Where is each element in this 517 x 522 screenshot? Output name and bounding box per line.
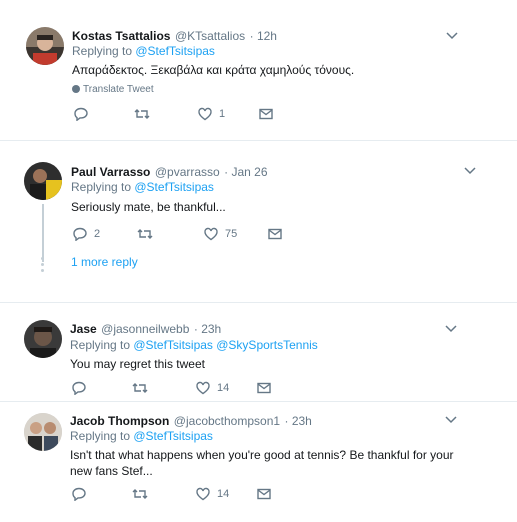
mention-link[interactable]: @StefTsitsipas bbox=[133, 429, 213, 443]
tweet[interactable]: Paul Varrasso @pvarrasso · Jan 26 Replyi… bbox=[0, 141, 517, 281]
retweet-button[interactable] bbox=[132, 380, 148, 396]
replying-to: Replying to @StefTsitsipas bbox=[71, 180, 214, 194]
like-count: 14 bbox=[217, 488, 230, 500]
display-name[interactable]: Jacob Thompson bbox=[70, 414, 169, 428]
globe-icon bbox=[72, 85, 80, 93]
dm-icon bbox=[257, 382, 271, 394]
retweet-icon bbox=[137, 229, 153, 239]
tweet[interactable]: Jase @jasonneilwebb · 23h Replying to @S… bbox=[0, 303, 517, 398]
reply-button[interactable] bbox=[71, 380, 87, 396]
like-icon bbox=[196, 381, 210, 395]
like-button[interactable]: 75 bbox=[203, 226, 237, 242]
tweet[interactable]: Kostas Tsattalios @KTsattalios · 12h Rep… bbox=[0, 0, 517, 135]
dm-icon bbox=[268, 228, 282, 240]
reply-icon bbox=[72, 381, 86, 395]
avatar-image bbox=[24, 320, 62, 358]
reply-icon bbox=[72, 487, 86, 501]
mention-link[interactable]: @StefTsitsipas bbox=[135, 44, 215, 58]
retweet-button[interactable] bbox=[132, 486, 148, 502]
display-name[interactable]: Paul Varrasso bbox=[71, 165, 150, 179]
like-icon bbox=[204, 227, 218, 241]
tweet-text: Isn't that what happens when you're good… bbox=[70, 448, 454, 478]
avatar-image bbox=[24, 162, 62, 200]
user-handle[interactable]: @pvarrasso bbox=[155, 165, 220, 179]
reply-count: 2 bbox=[94, 228, 101, 240]
retweet-icon bbox=[132, 383, 148, 393]
avatar-image bbox=[26, 27, 64, 65]
replying-prefix: Replying to bbox=[70, 338, 134, 352]
dm-icon bbox=[259, 108, 273, 120]
like-icon bbox=[196, 487, 210, 501]
display-name[interactable]: Jase bbox=[70, 322, 97, 336]
tweet-text: Seriously mate, be thankful... bbox=[71, 200, 226, 214]
replying-prefix: Replying to bbox=[70, 429, 134, 443]
timestamp[interactable]: · 23h bbox=[285, 414, 312, 428]
timestamp[interactable]: · 12h bbox=[250, 29, 277, 43]
user-handle[interactable]: @jacobcthompson1 bbox=[174, 414, 280, 428]
like-button[interactable]: 14 bbox=[195, 486, 229, 502]
mention-link[interactable]: @StefTsitsipas @SkySportsTennis bbox=[133, 338, 317, 352]
timestamp[interactable]: · 23h bbox=[194, 322, 221, 336]
avatar[interactable] bbox=[26, 27, 64, 65]
reply-button[interactable] bbox=[71, 486, 87, 502]
dm-button[interactable] bbox=[256, 486, 272, 502]
replying-to: Replying to @StefTsitsipas bbox=[72, 44, 215, 58]
like-count: 75 bbox=[225, 228, 238, 240]
replying-to: Replying to @StefTsitsipas bbox=[70, 429, 213, 443]
tweet-text: Απαράδεκτος. Ξεκαβάλα και κράτα χαμηλούς… bbox=[72, 63, 355, 77]
retweet-icon bbox=[134, 109, 150, 119]
like-count: 14 bbox=[217, 382, 230, 394]
user-handle[interactable]: @jasonneilwebb bbox=[101, 322, 189, 336]
mention-link[interactable]: @StefTsitsipas bbox=[134, 180, 214, 194]
reply-icon bbox=[73, 227, 87, 241]
timestamp[interactable]: · Jan 26 bbox=[224, 165, 267, 179]
replying-to: Replying to @StefTsitsipas @SkySportsTen… bbox=[70, 338, 318, 352]
dm-icon bbox=[257, 488, 271, 500]
replying-prefix: Replying to bbox=[72, 44, 136, 58]
avatar[interactable] bbox=[24, 162, 62, 200]
like-icon bbox=[198, 107, 212, 121]
translate-link[interactable]: Translate Tweet bbox=[72, 84, 154, 95]
dm-button[interactable] bbox=[258, 106, 274, 122]
translate-label: Translate Tweet bbox=[83, 84, 154, 95]
dm-button[interactable] bbox=[256, 380, 272, 396]
like-count: 1 bbox=[219, 108, 226, 120]
chevron-down-icon[interactable] bbox=[444, 414, 458, 424]
like-button[interactable]: 1 bbox=[197, 106, 225, 122]
avatar[interactable] bbox=[24, 413, 62, 451]
display-name[interactable]: Kostas Tsattalios bbox=[72, 29, 170, 43]
like-button[interactable]: 14 bbox=[195, 380, 229, 396]
chevron-down-icon[interactable] bbox=[444, 323, 458, 333]
chevron-down-icon[interactable] bbox=[445, 30, 459, 40]
thread-line bbox=[42, 204, 44, 262]
retweet-button[interactable] bbox=[137, 226, 153, 242]
user-handle[interactable]: @KTsattalios bbox=[175, 29, 245, 43]
avatar[interactable] bbox=[24, 320, 62, 358]
retweet-icon bbox=[132, 489, 148, 499]
reply-button[interactable] bbox=[73, 106, 89, 122]
dm-button[interactable] bbox=[267, 226, 283, 242]
reply-icon bbox=[74, 107, 88, 121]
tweet-text: You may regret this tweet bbox=[70, 357, 205, 371]
thread-dots bbox=[41, 257, 45, 275]
replying-prefix: Replying to bbox=[71, 180, 135, 194]
tweet[interactable]: Jacob Thompson @jacobcthompson1 · 23h Re… bbox=[0, 402, 517, 522]
more-replies-link[interactable]: 1 more reply bbox=[71, 255, 138, 269]
reply-button[interactable]: 2 bbox=[72, 226, 100, 242]
avatar-image bbox=[24, 413, 62, 451]
chevron-down-icon[interactable] bbox=[463, 165, 477, 175]
retweet-button[interactable] bbox=[134, 106, 150, 122]
